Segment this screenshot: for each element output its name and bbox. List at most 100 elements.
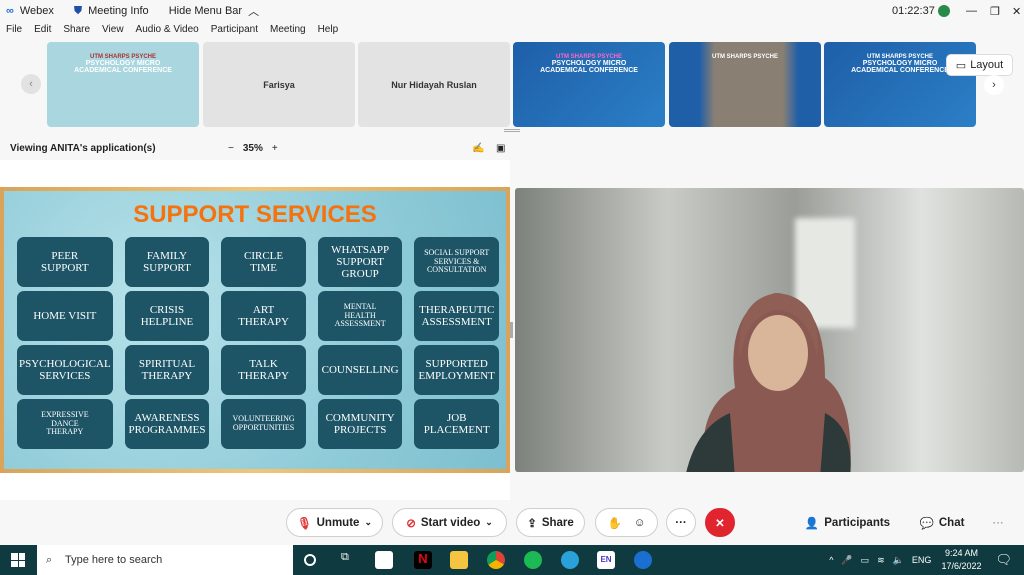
menu-audio-video[interactable]: Audio & Video (136, 24, 199, 40)
chevron-down-icon[interactable]: ⌄ (485, 517, 493, 528)
service-tile: ART THERAPY (221, 291, 306, 341)
shared-slide: SUPPORT SERVICES PEER SUPPORT FAMILY SUPP… (0, 187, 510, 473)
menu-file[interactable]: File (6, 24, 22, 40)
layout-button[interactable]: ▭ Layout (946, 54, 1013, 76)
start-video-button[interactable]: ⊘ Start video ⌄ (392, 508, 507, 537)
menu-share[interactable]: Share (63, 24, 90, 40)
service-tile: CRISIS HELPLINE (124, 291, 210, 341)
participant-tile[interactable]: UTM SHARPS PSYCHE (669, 42, 821, 127)
shield-icon: ⛊ (73, 4, 83, 17)
chat-button[interactable]: 💬 Chat (912, 508, 972, 537)
language-app-icon[interactable]: EN (597, 551, 615, 569)
webex-taskbar-icon[interactable] (634, 551, 652, 569)
menu-view[interactable]: View (102, 24, 124, 40)
services-grid: PEER SUPPORT FAMILY SUPPORT CIRCLE TIME WHA… (17, 237, 499, 449)
service-tile: SUPPORTED EMPLOYMENT (414, 345, 499, 395)
panel-splitter[interactable] (510, 322, 513, 338)
layout-label: Layout (970, 59, 1004, 71)
minimize-button[interactable]: — (966, 5, 977, 17)
menu-bar: File Edit Share View Audio & Video Parti… (0, 24, 344, 40)
taskbar-search[interactable]: ⌕ Type here to search (37, 545, 293, 575)
telegram-icon[interactable] (561, 551, 579, 569)
file-explorer-icon[interactable] (450, 551, 468, 569)
emoji-reaction-icon[interactable]: ☺ (634, 517, 646, 529)
zoom-in-button[interactable]: + (272, 143, 278, 154)
unmute-label: Unmute (316, 516, 360, 529)
filmstrip-resize-handle[interactable] (504, 129, 520, 132)
video-off-icon: ⊘ (406, 517, 416, 530)
zoom-out-button[interactable]: − (228, 143, 234, 154)
participants-icon: 👤 (804, 517, 820, 530)
maximize-button[interactable]: ❐ (990, 5, 1000, 18)
clock[interactable]: 9:24 AM 17/6/2022 (941, 547, 981, 573)
menu-help[interactable]: Help (318, 24, 339, 40)
participant-tile[interactable]: UTM SHARPS PSYCHE PSYCHOLOGY MICRO ACADEM… (47, 42, 199, 127)
spotify-icon[interactable] (524, 551, 542, 569)
service-tile: MENTAL HEALTH ASSESSMENT (317, 291, 403, 341)
service-tile: COUNSELLING (317, 345, 403, 395)
service-tile: AWARENESS PROGRAMMES (124, 399, 210, 449)
signal-icon (938, 5, 950, 17)
service-tile: FAMILY SUPPORT (124, 237, 210, 287)
speaker-figure (686, 293, 851, 472)
task-view-icon[interactable]: ⧉ (341, 551, 349, 564)
microphone-icon[interactable]: 🎤 (841, 555, 852, 566)
participant-tile[interactable]: UTM SHARPS PSYCHE PSYCHOLOGY MICRO ACADEM… (513, 42, 665, 127)
filmstrip-next-button[interactable]: › (984, 75, 1004, 95)
share-button[interactable]: ⇪ Share (516, 508, 585, 537)
chevron-down-icon[interactable]: ⌄ (364, 517, 372, 528)
menu-edit[interactable]: Edit (34, 24, 51, 40)
service-tile: JOB PLACEMENT (414, 399, 499, 449)
filmstrip-prev-button[interactable]: ‹ (21, 74, 41, 94)
system-tray: ^ 🎤 ▭ ≋ 🔈 ENG 9:24 AM 17/6/2022 🗨 (829, 545, 1024, 575)
panel-more-button[interactable]: ··· (986, 508, 1010, 537)
share-label: Share (541, 516, 574, 529)
start-button[interactable] (11, 553, 25, 567)
annotate-icon[interactable]: ✍ (472, 140, 484, 156)
notifications-icon[interactable]: 🗨 (995, 552, 1012, 568)
service-tile: COMMUNITY PROJECTS (317, 399, 403, 449)
conf-title: PSYCHOLOGY MICRO ACADEMICAL CONFERENCE (74, 60, 172, 74)
cortana-icon[interactable] (304, 554, 316, 566)
participants-label: Participants (824, 516, 891, 529)
menu-meeting[interactable]: Meeting (270, 24, 306, 40)
participants-button[interactable]: 👤 Participants (800, 508, 895, 537)
volume-icon[interactable]: 🔈 (893, 555, 904, 566)
close-window-button[interactable]: ✕ (1012, 5, 1021, 18)
menu-participant[interactable]: Participant (211, 24, 258, 40)
service-tile: EXPRESSIVE DANCE THERAPY (17, 399, 113, 449)
participant-tile[interactable]: Nur Hidayah Ruslan (358, 42, 510, 127)
speaker-video (515, 188, 1024, 472)
reactions-group: ✋ ☺ (595, 508, 658, 537)
clock-date: 17/6/2022 (941, 561, 982, 571)
title-bar: ∞ Webex ⛊ Meeting Info Hide Menu Bar ︿ 0… (0, 0, 1024, 22)
battery-icon[interactable]: ▭ (861, 555, 870, 566)
screen-view-icon[interactable]: ▣ (496, 140, 505, 156)
netflix-icon[interactable]: N (414, 551, 432, 569)
chevron-up-icon[interactable]: ^ (829, 555, 833, 565)
service-tile: HOME VISIT (17, 291, 113, 341)
unmute-button[interactable]: 🎙 Unmute ⌄ (286, 508, 383, 537)
more-options-button[interactable]: ··· (666, 508, 696, 537)
chat-icon: 💬 (919, 517, 934, 530)
wifi-icon[interactable]: ≋ (877, 555, 885, 566)
raise-hand-icon[interactable]: ✋ (607, 516, 621, 530)
share-icon: ⇪ (527, 517, 537, 530)
language-indicator[interactable]: ENG (912, 555, 932, 565)
service-tile: TALK THERAPY (221, 345, 306, 395)
zoom-controls: − 35% + (228, 140, 278, 156)
chrome-icon[interactable] (487, 551, 505, 569)
store-icon[interactable] (375, 551, 393, 569)
slide-title: SUPPORT SERVICES (133, 201, 377, 228)
service-tile: WHATSAPP SUPPORT GROUP (317, 237, 403, 287)
participant-name: Nur Hidayah Ruslan (391, 79, 477, 90)
chevron-up-icon[interactable]: ︿ (248, 3, 259, 19)
end-call-button[interactable]: ✕ (705, 508, 735, 537)
participant-tile[interactable]: Farisya (203, 42, 355, 127)
viewing-label: Viewing ANITA's application(s) (10, 142, 156, 154)
layout-icon: ▭ (955, 59, 967, 72)
service-tile: SPIRITUAL THERAPY (124, 345, 210, 395)
meeting-info-button[interactable]: Meeting Info (88, 5, 149, 17)
hide-menu-bar-button[interactable]: Hide Menu Bar (169, 5, 242, 17)
app-name: Webex (19, 5, 54, 17)
